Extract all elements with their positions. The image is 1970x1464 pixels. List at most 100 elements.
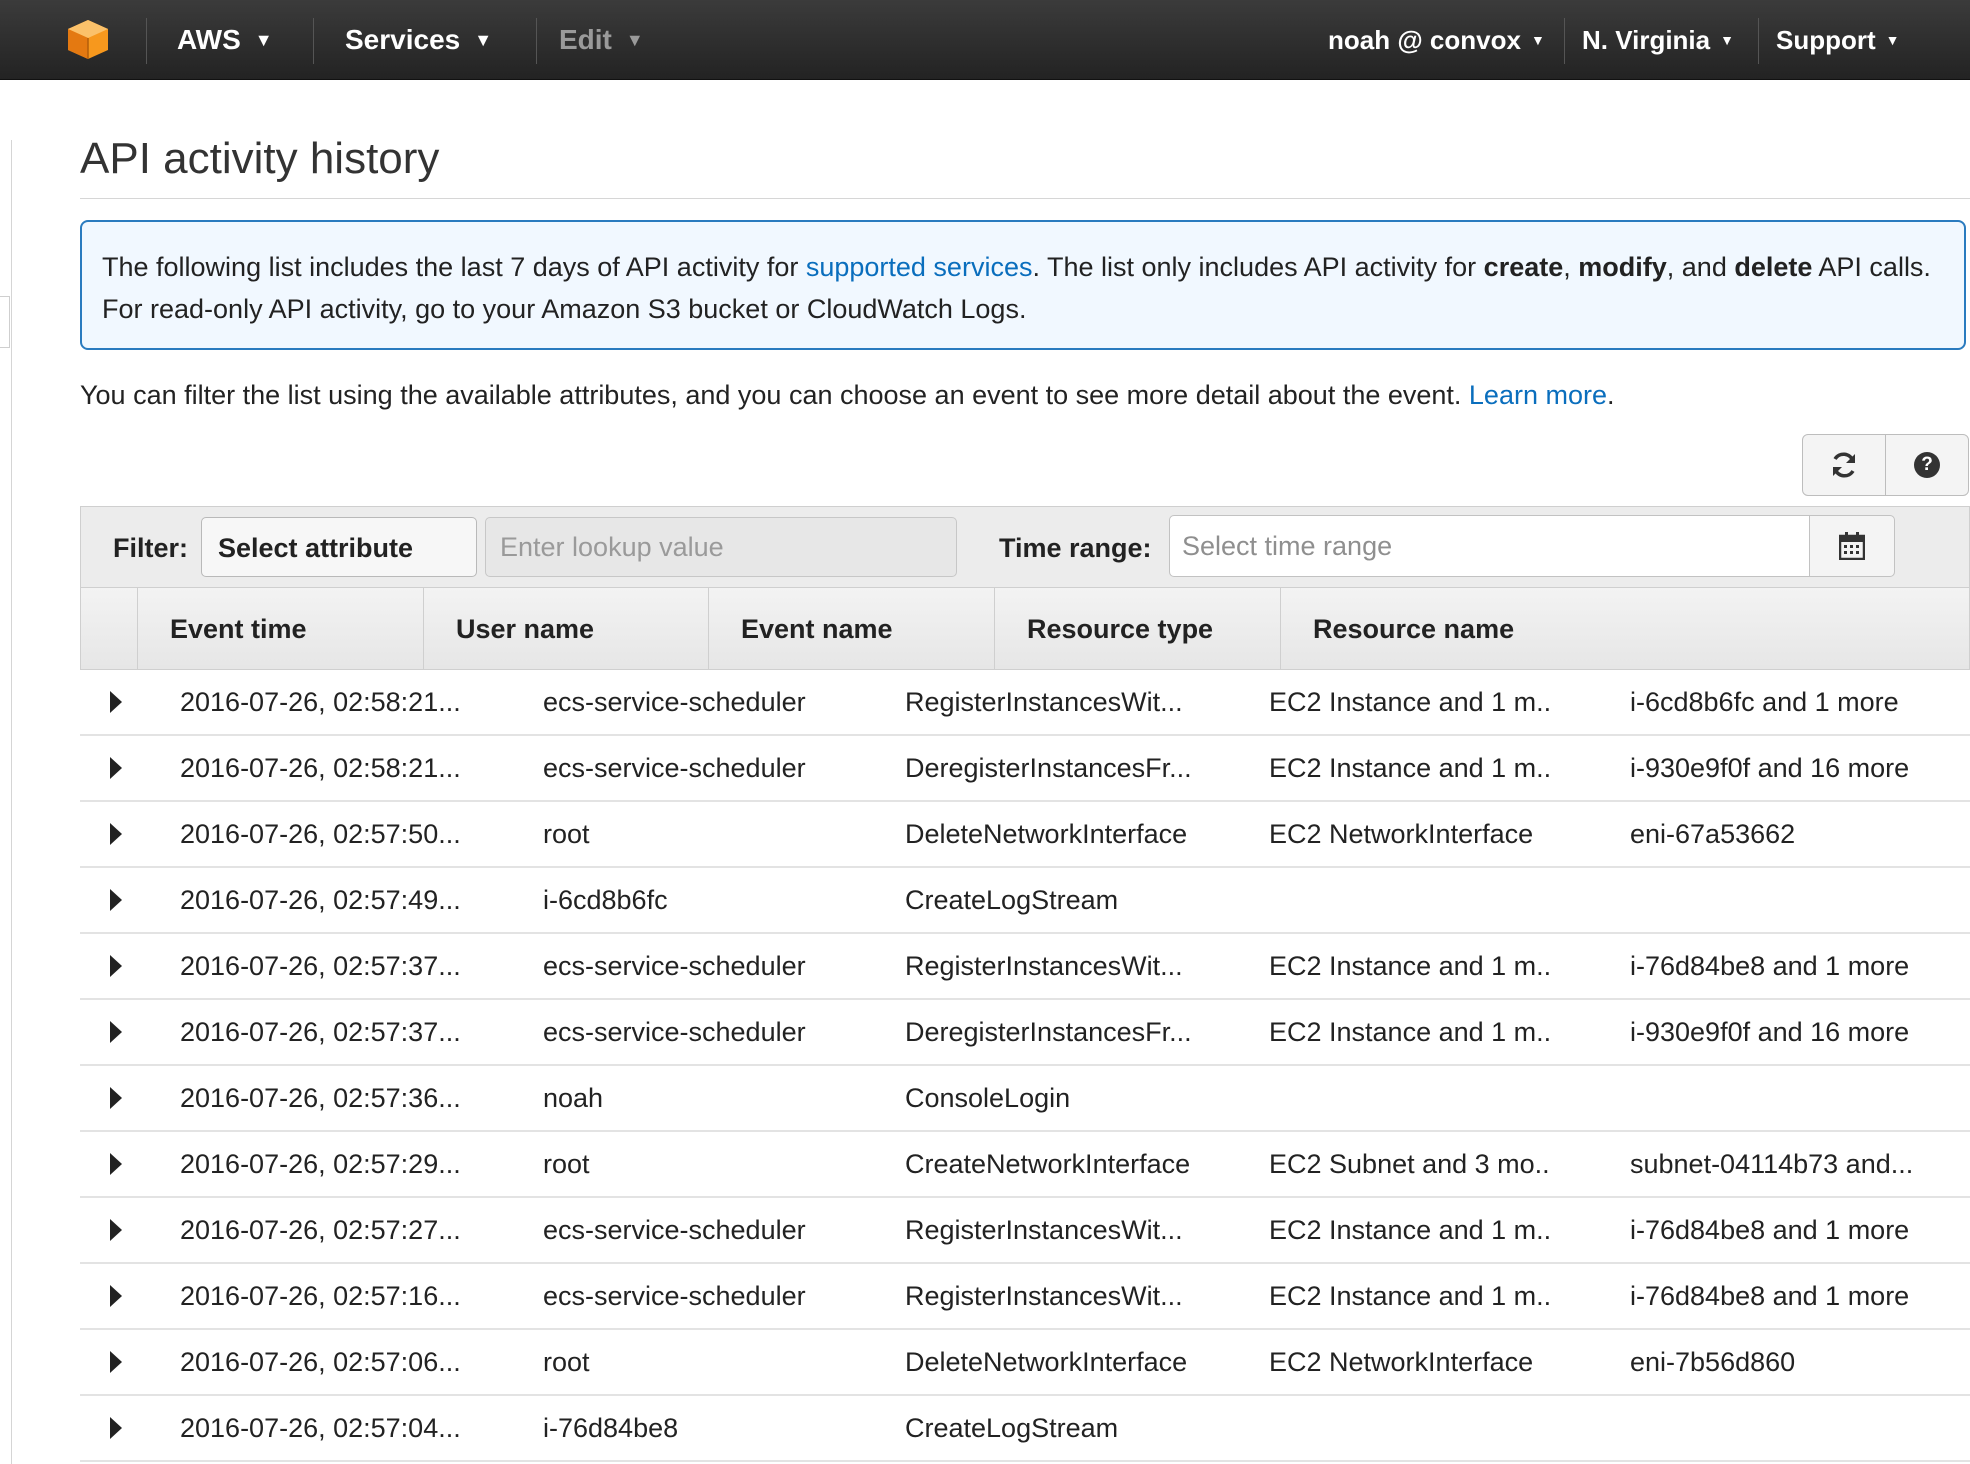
expand-row-icon[interactable] xyxy=(110,691,122,713)
calendar-icon xyxy=(1839,532,1865,560)
table-row[interactable]: 2016-07-26, 02:58:21... ecs-service-sched… xyxy=(80,670,1970,736)
table-row[interactable]: 2016-07-26, 02:57:29... root CreateNetwork… xyxy=(80,1132,1970,1198)
info-text: , xyxy=(1563,252,1579,282)
table-header: Event time User name Event name Resource… xyxy=(80,588,1970,670)
table-row[interactable]: 2016-07-26, 02:57:04... i-76d84be8 CreateL… xyxy=(80,1396,1970,1462)
resource-name-cell: eni-7b56d860 xyxy=(1630,1346,1796,1377)
learn-more-link[interactable]: Learn more xyxy=(1469,380,1607,410)
attribute-select[interactable]: Select attribute xyxy=(201,517,477,577)
event-name-cell: RegisterInstancesWit... xyxy=(905,950,1183,981)
expand-row-icon[interactable] xyxy=(110,955,122,977)
lookup-value-input[interactable] xyxy=(485,517,957,577)
expand-row-icon[interactable] xyxy=(110,1417,122,1439)
filter-bar: Filter: Select attribute Time range: xyxy=(80,506,1970,588)
supported-services-link[interactable]: supported services xyxy=(806,252,1033,282)
event-time-cell: 2016-07-26, 02:57:29... xyxy=(180,1148,461,1179)
table-row[interactable]: 2016-07-26, 02:57:50... root DeleteNetwork… xyxy=(80,802,1970,868)
resource-type-cell: EC2 Instance and 1 m.. xyxy=(1269,752,1552,783)
column-header-event-time[interactable]: Event time xyxy=(137,588,423,670)
column-header-event-name[interactable]: Event name xyxy=(708,588,994,670)
expand-row-icon[interactable] xyxy=(110,1021,122,1043)
support-menu-label: Support xyxy=(1776,24,1876,55)
user-name-cell: ecs-service-scheduler xyxy=(543,752,806,783)
chevron-down-icon: ▼ xyxy=(254,29,273,50)
nav-separator xyxy=(1564,18,1565,64)
nav-separator xyxy=(313,18,314,64)
info-text: . The list only includes API activity fo… xyxy=(1032,252,1484,282)
event-time-cell: 2016-07-26, 02:57:49... xyxy=(180,884,461,915)
event-time-cell: 2016-07-26, 02:57:06... xyxy=(180,1346,461,1377)
resource-name-cell: i-76d84be8 and 1 more xyxy=(1630,950,1910,981)
services-menu[interactable]: Services ▼ xyxy=(345,0,492,80)
help-button[interactable]: ? xyxy=(1885,434,1969,496)
table-row[interactable]: 2016-07-26, 02:57:27... ecs-service-sched… xyxy=(80,1198,1970,1264)
page-title: API activity history xyxy=(80,134,440,183)
event-time-cell: 2016-07-26, 02:57:37... xyxy=(180,1016,461,1047)
account-menu[interactable]: noah @ convox ▼ xyxy=(1328,0,1545,80)
table-row[interactable]: 2016-07-26, 02:57:06... root DeleteNetwork… xyxy=(80,1330,1970,1396)
caret-down-icon: ▼ xyxy=(1885,32,1900,48)
region-menu-label: N. Virginia xyxy=(1582,24,1711,55)
filter-description-end: . xyxy=(1606,380,1615,410)
region-menu[interactable]: N. Virginia ▼ xyxy=(1582,0,1734,80)
aws-menu[interactable]: AWS ▼ xyxy=(177,0,273,80)
resource-name-cell: i-76d84be8 and 1 more xyxy=(1630,1280,1910,1311)
expand-row-icon[interactable] xyxy=(110,757,122,779)
column-header-user-name[interactable]: User name xyxy=(423,588,708,670)
expand-row-icon[interactable] xyxy=(110,1285,122,1307)
event-name-cell: ConsoleLogin xyxy=(905,1082,1071,1113)
support-menu[interactable]: Support ▼ xyxy=(1776,0,1900,80)
column-header-resource-type[interactable]: Resource type xyxy=(994,588,1280,670)
info-text: , and xyxy=(1666,252,1735,282)
resource-type-cell xyxy=(1269,1066,1609,1130)
table-row[interactable]: 2016-07-26, 02:57:36... noah ConsoleLogin xyxy=(80,1066,1970,1132)
event-time-cell: 2016-07-26, 02:57:04... xyxy=(180,1412,461,1443)
expand-row-icon[interactable] xyxy=(110,823,122,845)
info-alert: The following list includes the last 7 d… xyxy=(80,220,1966,350)
expand-row-icon[interactable] xyxy=(110,1087,122,1109)
table-row[interactable]: 2016-07-26, 02:58:21... ecs-service-sched… xyxy=(80,736,1970,802)
resource-type-cell: EC2 Instance and 1 m.. xyxy=(1269,1280,1552,1311)
event-name-cell: RegisterInstancesWit... xyxy=(905,1214,1183,1245)
expand-row-icon[interactable] xyxy=(110,1219,122,1241)
user-name-cell: ecs-service-scheduler xyxy=(543,1214,806,1245)
event-time-cell: 2016-07-26, 02:58:21... xyxy=(180,686,461,717)
resource-type-cell: EC2 NetworkInterface xyxy=(1269,818,1534,849)
top-nav-bar: AWS ▼ Services ▼ Edit ▼ noah @ convox ▼ … xyxy=(0,0,1970,80)
table-row[interactable]: 2016-07-26, 02:57:16... ecs-service-sched… xyxy=(80,1264,1970,1330)
event-name-cell: CreateLogStream xyxy=(905,884,1119,915)
refresh-icon xyxy=(1833,452,1855,478)
expand-row-icon[interactable] xyxy=(110,1153,122,1175)
expand-row-icon[interactable] xyxy=(110,1351,122,1373)
event-name-cell: CreateNetworkInterface xyxy=(905,1148,1191,1179)
table-row[interactable]: 2016-07-26, 02:57:49... i-6cd8b6fc CreateL… xyxy=(80,868,1970,934)
user-name-cell: root xyxy=(543,1148,590,1179)
event-time-cell: 2016-07-26, 02:57:27... xyxy=(180,1214,461,1245)
resource-name-cell: i-930e9f0f and 16 more xyxy=(1630,752,1910,783)
resource-type-cell: EC2 Instance and 1 m.. xyxy=(1269,1016,1552,1047)
event-name-cell: CreateLogStream xyxy=(905,1412,1119,1443)
nav-separator xyxy=(536,18,537,64)
refresh-button[interactable] xyxy=(1802,434,1886,496)
aws-cube-icon[interactable] xyxy=(66,18,110,60)
sidebar-toggle[interactable] xyxy=(0,296,10,348)
event-time-cell: 2016-07-26, 02:57:16... xyxy=(180,1280,461,1311)
user-name-cell: i-76d84be8 xyxy=(543,1412,679,1443)
resource-name-cell: i-930e9f0f and 16 more xyxy=(1630,1016,1910,1047)
caret-down-icon: ▼ xyxy=(1720,32,1734,48)
resource-name-cell: i-76d84be8 and 1 more xyxy=(1630,1214,1910,1245)
event-name-cell: DeregisterInstancesFr... xyxy=(905,1016,1192,1047)
resource-name-cell: eni-67a53662 xyxy=(1630,818,1796,849)
event-table-body: 2016-07-26, 02:58:21... ecs-service-sched… xyxy=(80,670,1970,1462)
column-header-resource-name[interactable]: Resource name xyxy=(1280,588,1970,670)
info-bold-create: create xyxy=(1483,252,1564,282)
expand-row-icon[interactable] xyxy=(110,889,122,911)
info-bold-delete: delete xyxy=(1734,252,1813,282)
calendar-button[interactable] xyxy=(1809,515,1895,577)
resource-name-cell: subnet-04114b73 and... xyxy=(1630,1148,1914,1179)
table-row[interactable]: 2016-07-26, 02:57:37... ecs-service-sched… xyxy=(80,1000,1970,1066)
time-range-input[interactable] xyxy=(1169,515,1811,577)
table-row[interactable]: 2016-07-26, 02:57:37... ecs-service-sched… xyxy=(80,934,1970,1000)
edit-menu[interactable]: Edit ▼ xyxy=(559,0,644,80)
event-name-cell: DeregisterInstancesFr... xyxy=(905,752,1192,783)
